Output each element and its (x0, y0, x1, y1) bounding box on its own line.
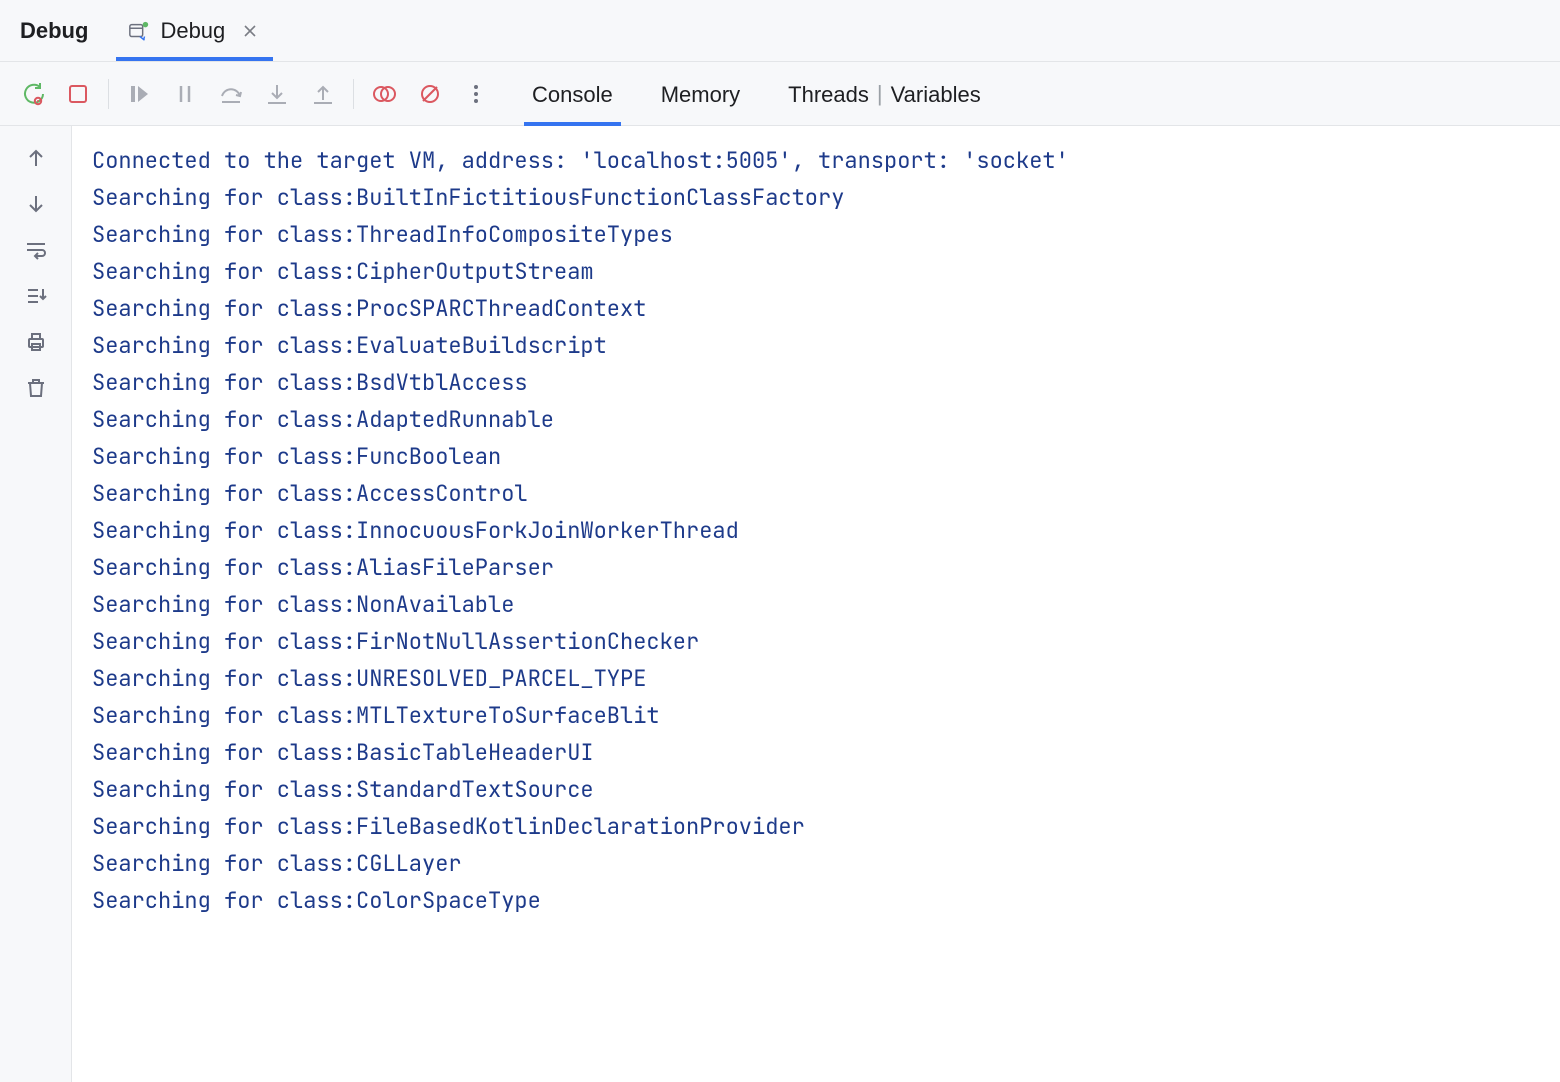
debug-run-configuration-icon (128, 20, 150, 42)
console-line: Searching for class:BsdVtblAccess (92, 364, 1540, 401)
step-out-icon[interactable] (311, 82, 335, 106)
console-gutter (0, 126, 72, 1082)
console-output[interactable]: Connected to the target VM, address: 'lo… (72, 126, 1560, 1082)
console-line: Searching for class:StandardTextSource (92, 771, 1540, 808)
console-line: Searching for class:MTLTextureToSurfaceB… (92, 697, 1540, 734)
console-line: Searching for class:ThreadInfoCompositeT… (92, 216, 1540, 253)
debugger-view-tabs: Console Memory Threads | Variables (528, 66, 985, 122)
debug-tool-window-header: Debug Debug (0, 0, 1560, 62)
print-icon[interactable] (24, 330, 48, 354)
view-breakpoints-icon[interactable] (372, 82, 396, 106)
console-line: Searching for class:AccessControl (92, 475, 1540, 512)
console-line: Connected to the target VM, address: 'lo… (92, 142, 1540, 179)
scroll-to-end-icon[interactable] (24, 284, 48, 308)
console-line: Searching for class:FirNotNullAssertionC… (92, 623, 1540, 660)
debugger-toolbar: Console Memory Threads | Variables (0, 62, 1560, 126)
mute-breakpoints-icon[interactable] (418, 82, 442, 106)
toolbar-separator (108, 79, 109, 109)
console-line: Searching for class:CipherOutputStream (92, 253, 1540, 290)
console-line: Searching for class:AdaptedRunnable (92, 401, 1540, 438)
scroll-up-icon[interactable] (24, 146, 48, 170)
toolbar-separator (353, 79, 354, 109)
console-line: Searching for class:NonAvailable (92, 586, 1540, 623)
soft-wrap-icon[interactable] (24, 238, 48, 262)
tab-debug-session[interactable]: Debug (116, 0, 273, 61)
view-tab-variables[interactable]: Variables (891, 66, 985, 122)
view-tab-threads[interactable]: Threads (784, 66, 869, 122)
console-line: Searching for class:BasicTableHeaderUI (92, 734, 1540, 771)
console-line: Searching for class:CGLLayer (92, 845, 1540, 882)
scroll-down-icon[interactable] (24, 192, 48, 216)
close-tab-icon[interactable] (243, 24, 257, 38)
console-line: Searching for class:FuncBoolean (92, 438, 1540, 475)
resume-program-icon[interactable] (127, 82, 151, 106)
console-line: Searching for class:AliasFileParser (92, 549, 1540, 586)
console-line: Searching for class:BuiltInFictitiousFun… (92, 179, 1540, 216)
view-tab-memory[interactable]: Memory (657, 66, 744, 122)
rerun-icon[interactable] (20, 82, 44, 106)
clear-all-icon[interactable] (24, 376, 48, 400)
tab-label: Debug (160, 18, 225, 44)
console-line: Searching for class:UNRESOLVED_PARCEL_TY… (92, 660, 1540, 697)
more-actions-icon[interactable] (464, 82, 488, 106)
console-line: Searching for class:InnocuousForkJoinWor… (92, 512, 1540, 549)
view-tab-console[interactable]: Console (528, 66, 617, 122)
pause-program-icon[interactable] (173, 82, 197, 106)
tool-window-title: Debug (20, 18, 88, 44)
console-line: Searching for class:EvaluateBuildscript (92, 327, 1540, 364)
console-line: Searching for class:ProcSPARCThreadConte… (92, 290, 1540, 327)
step-into-icon[interactable] (265, 82, 289, 106)
step-over-icon[interactable] (219, 82, 243, 106)
console-line: Searching for class:FileBasedKotlinDecla… (92, 808, 1540, 845)
tab-group-separator: | (877, 81, 883, 107)
stop-icon[interactable] (66, 82, 90, 106)
console-line: Searching for class:ColorSpaceType (92, 882, 1540, 919)
